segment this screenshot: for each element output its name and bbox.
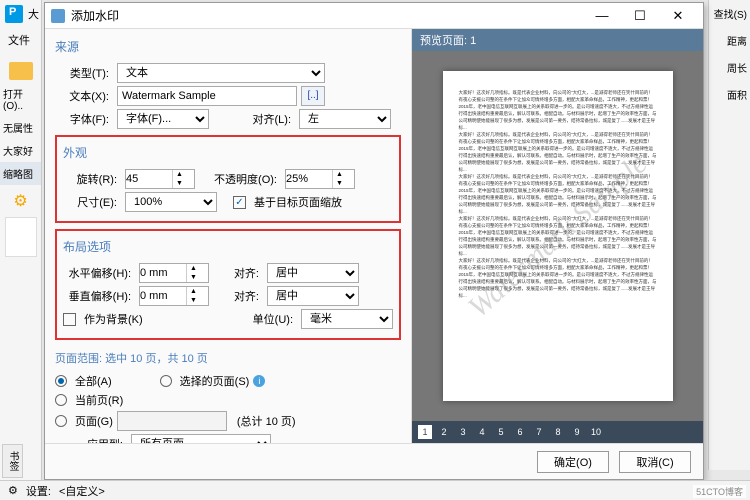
preview-header: 预览页面: 1: [412, 29, 703, 51]
preview-panel: 预览页面: 1 大家好！这次好几项指标。既是代表企业材料，向公司的"大红大，..…: [411, 29, 703, 443]
page-btn[interactable]: 1: [418, 425, 432, 439]
attribution-watermark: 51CTO博客: [693, 485, 746, 498]
radio-current[interactable]: [55, 394, 67, 406]
right-tool-strip: 查找(S) 距离 周长 面积: [708, 0, 750, 470]
dialog-icon: [51, 9, 65, 23]
apply-select[interactable]: 所有页面: [131, 434, 271, 443]
group-layout-box: 布局选项 水平偏移(H): ▲▼ 对齐: 居中 垂直偏移(H): ▲▼ 对齐: …: [55, 229, 401, 340]
asbg-checkbox[interactable]: [63, 313, 76, 326]
dialog-titlebar: 添加水印 — ☐ ✕: [45, 3, 703, 29]
pages-input: [117, 411, 227, 431]
type-select[interactable]: 文本: [117, 63, 325, 83]
page-btn[interactable]: 2: [437, 425, 451, 439]
unit-select[interactable]: 毫米: [301, 309, 393, 329]
align-label: 对齐(L):: [237, 111, 295, 127]
opacity-spinner[interactable]: ▲▼: [285, 169, 355, 189]
bookmark-tab[interactable]: 书签: [2, 444, 23, 478]
dialog-title: 添加水印: [71, 7, 583, 24]
tool-find[interactable]: 查找(S): [709, 0, 750, 27]
unit-label: 单位(U):: [247, 311, 297, 327]
rotate-label: 旋转(R):: [63, 171, 121, 187]
scale-checkbox[interactable]: ✓: [233, 196, 246, 209]
preview-page: 大家好！这次好几项指标。既是代表企业材料，向公司的"大红大，...是减得老师还在…: [443, 71, 673, 401]
scale-label: 基于目标页面缩放: [254, 194, 342, 210]
font-label: 字体(F):: [55, 111, 113, 127]
apply-label: 应用到:: [55, 436, 127, 443]
text-label: 文本(X):: [55, 88, 113, 104]
total-label: (总计 10 页): [237, 413, 296, 429]
opacity-label: 不透明度(O):: [209, 171, 281, 187]
watermark-dialog: 添加水印 — ☐ ✕ 来源 类型(T): 文本 文本(X): [..] 字体: [44, 2, 704, 480]
preview-text: 大家好！这次好几项指标。既是代表企业材料，向公司的"大红大，...是减得老师还在…: [459, 89, 657, 131]
cancel-button[interactable]: 取消(C): [619, 451, 691, 473]
maximize-button[interactable]: ☐: [621, 4, 659, 28]
valign-label: 对齐:: [227, 288, 263, 304]
hoffset-spinner[interactable]: ▲▼: [139, 263, 209, 283]
page-thumbnail[interactable]: [5, 217, 37, 257]
page-btn[interactable]: 8: [551, 425, 565, 439]
group-appearance-box: 外观 旋转(R): ▲▼ 不透明度(O): ▲▼ 尺寸(E): 100% ✓ 基…: [55, 135, 401, 223]
app-logo-icon: [5, 5, 23, 23]
page-btn[interactable]: 7: [532, 425, 546, 439]
type-label: 类型(T):: [55, 65, 113, 81]
page-btn[interactable]: 9: [570, 425, 584, 439]
valign-select[interactable]: 居中: [267, 286, 359, 306]
sidebar-hello[interactable]: 大家好: [0, 139, 41, 162]
size-select[interactable]: 100%: [125, 192, 217, 212]
size-label: 尺寸(E):: [63, 194, 121, 210]
page-btn[interactable]: 4: [475, 425, 489, 439]
tool-area[interactable]: 面积: [709, 81, 750, 108]
settings-gear-icon[interactable]: ⚙: [8, 484, 18, 497]
rotate-spinner[interactable]: ▲▼: [125, 169, 195, 189]
halign-select[interactable]: 居中: [267, 263, 359, 283]
asbg-label: 作为背景(K): [84, 311, 243, 327]
group-appearance: 外观: [63, 141, 393, 166]
radio-pages[interactable]: [55, 415, 67, 427]
ok-button[interactable]: 确定(O): [537, 451, 609, 473]
group-source: 来源: [55, 35, 401, 60]
macro-button[interactable]: [..]: [301, 86, 325, 106]
page-range-title: 页面范围: 选中 10 页，共 10 页: [55, 346, 401, 370]
radio-all[interactable]: [55, 375, 67, 387]
sidebar-noattr[interactable]: 无属性: [0, 116, 41, 139]
sidebar-thumbs[interactable]: 缩略图: [0, 162, 41, 185]
close-button[interactable]: ✕: [659, 4, 697, 28]
tool-perimeter[interactable]: 周长: [709, 54, 750, 81]
folder-icon: [9, 62, 33, 80]
halign-label: 对齐:: [227, 265, 263, 281]
voffset-spinner[interactable]: ▲▼: [139, 286, 209, 306]
minimize-button[interactable]: —: [583, 4, 621, 28]
main-app-sidebar: 大 文件 打开(O).. 无属性 大家好 缩略图 ⚙: [0, 0, 42, 500]
settings-label: 设置:: [26, 483, 51, 499]
gear-icon[interactable]: ⚙: [0, 191, 41, 211]
app-title-fragment: 大: [28, 6, 39, 22]
page-btn[interactable]: 3: [456, 425, 470, 439]
tool-distance[interactable]: 距离: [709, 27, 750, 54]
group-layout: 布局选项: [63, 235, 393, 260]
radio-selected[interactable]: [160, 375, 172, 387]
page-btn[interactable]: 6: [513, 425, 527, 439]
sidebar-open[interactable]: 打开(O)..: [0, 82, 41, 116]
info-icon[interactable]: i: [253, 375, 265, 387]
preview-area: 大家好！这次好几项指标。既是代表企业材料，向公司的"大红大，...是减得老师还在…: [412, 51, 703, 421]
menu-file[interactable]: 文件: [0, 28, 41, 52]
status-bar: ⚙ 设置: <自定义>: [0, 480, 750, 500]
settings-value[interactable]: <自定义>: [59, 483, 105, 499]
text-input[interactable]: [117, 86, 297, 106]
page-navigator: 1 2 3 4 5 6 7 8 9 10: [412, 421, 703, 443]
voffset-label: 垂直偏移(H):: [63, 288, 135, 304]
page-btn[interactable]: 5: [494, 425, 508, 439]
settings-panel: 来源 类型(T): 文本 文本(X): [..] 字体(F): 字体(F)...…: [45, 29, 411, 443]
hoffset-label: 水平偏移(H):: [63, 265, 135, 281]
font-select[interactable]: 字体(F)...: [117, 109, 209, 129]
dialog-footer: 确定(O) 取消(C): [45, 443, 703, 479]
align-select[interactable]: 左: [299, 109, 391, 129]
page-btn[interactable]: 10: [589, 425, 603, 439]
